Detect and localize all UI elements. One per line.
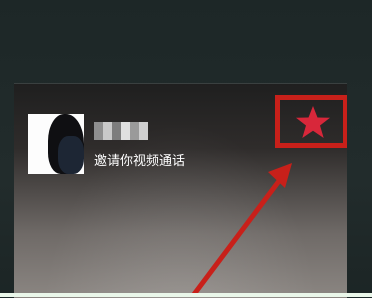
favorite-button-highlight[interactable] (275, 95, 347, 148)
star-icon[interactable] (294, 105, 332, 139)
bottom-edge (0, 293, 372, 297)
caller-name-blurred (94, 122, 148, 140)
call-invite-text: 邀请你视频通话 (94, 154, 186, 169)
video-call-notification-panel: 邀请你视频通话 (14, 83, 347, 298)
avatar-silhouette-shadow (58, 136, 84, 174)
caller-avatar (28, 114, 84, 174)
